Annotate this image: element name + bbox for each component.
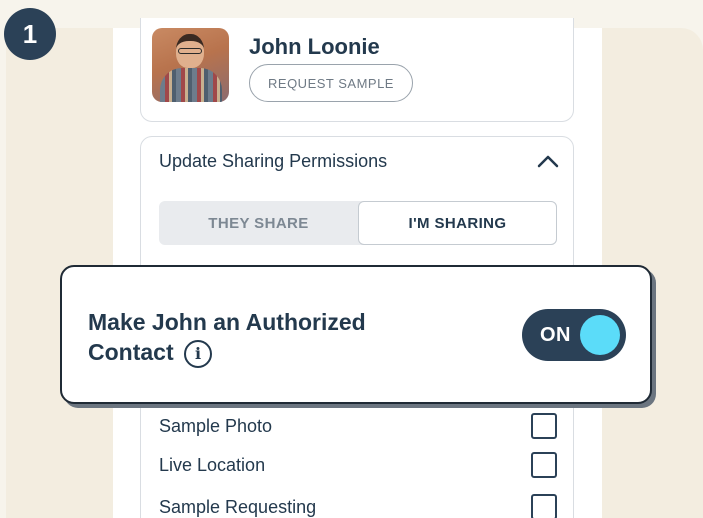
authorized-contact-label: Make John an Authorized Contact i (88, 307, 366, 368)
tab-im-sharing[interactable]: I'M SHARING (358, 201, 557, 245)
toggle-knob (580, 315, 620, 355)
profile-card: John Loonie REQUEST SAMPLE (140, 18, 574, 122)
chevron-up-icon[interactable] (537, 153, 559, 169)
list-item: Sample Photo (159, 411, 557, 441)
permission-label: Sample Requesting (159, 496, 317, 517)
info-icon[interactable]: i (184, 339, 213, 368)
permission-label: Live Location (159, 454, 266, 475)
live-location-checkbox[interactable] (531, 452, 557, 478)
request-sample-button[interactable]: REQUEST SAMPLE (249, 64, 413, 102)
step-badge: 1 (4, 8, 56, 60)
list-item: Sample Requesting (159, 492, 557, 518)
avatar (152, 28, 229, 102)
authorized-contact-card: Make John an Authorized Contact i ON (60, 265, 652, 404)
tab-they-share[interactable]: THEY SHARE (159, 201, 358, 245)
permissions-title: Update Sharing Permissions (159, 151, 388, 171)
sample-photo-checkbox[interactable] (531, 413, 557, 439)
list-item: Live Location (159, 450, 557, 480)
sharing-segmented-control: THEY SHARE I'M SHARING (159, 201, 557, 245)
sample-requesting-checkbox[interactable] (531, 494, 557, 518)
toggle-label: ON (540, 323, 571, 346)
profile-name: John Loonie (249, 34, 380, 59)
permission-label: Sample Photo (159, 415, 273, 436)
authorized-contact-toggle[interactable]: ON (522, 309, 626, 361)
